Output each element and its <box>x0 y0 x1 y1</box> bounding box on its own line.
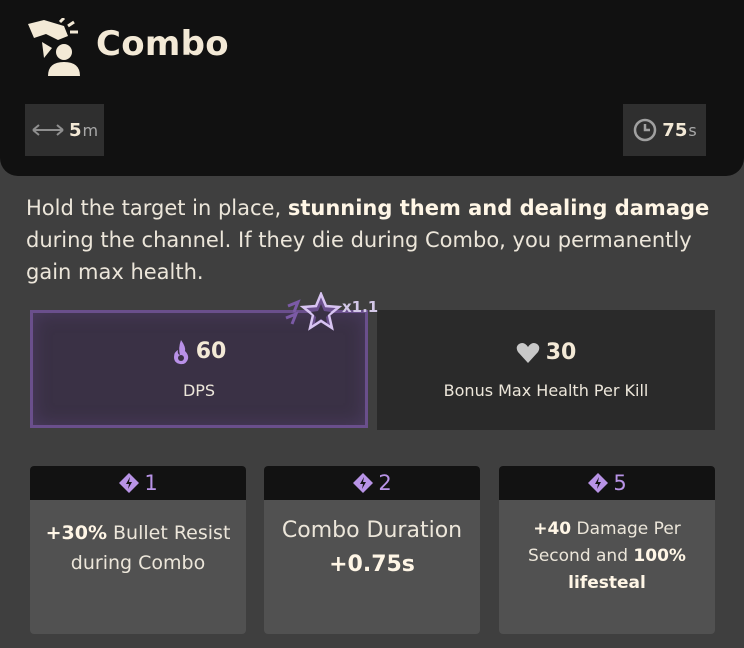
upgrade-text: Combo Duration <box>281 518 463 543</box>
spirit-point-icon <box>588 473 609 493</box>
health-value: 30 <box>545 340 577 365</box>
cooldown-value: 75 <box>662 119 688 141</box>
upgrade-bold: +40 <box>533 519 572 539</box>
cooldown-unit: s <box>688 120 697 140</box>
upgrade-tier-number: 5 <box>613 471 627 495</box>
description-bold-1: stunning them and dealing damage <box>287 196 710 220</box>
upgrade-tier-2: 2 Combo Duration +0.75s <box>264 466 480 634</box>
range-value: 5 <box>68 119 82 141</box>
spirit-star-icon <box>285 292 343 331</box>
cooldown-stat: 75 s <box>623 104 706 156</box>
upgrade-bold-2: 100% <box>633 546 686 566</box>
range-unit: m <box>82 120 99 140</box>
upgrade-bold: +30% <box>45 522 107 544</box>
ability-title: Combo <box>96 24 229 64</box>
heart-icon <box>516 342 539 363</box>
spirit-multiplier: x1.1 <box>342 298 379 316</box>
range-stat: 5 m <box>25 104 104 156</box>
hand-grab-icon <box>28 18 80 76</box>
range-arrows-icon <box>32 124 64 136</box>
upgrade-tier-number: 1 <box>144 471 158 495</box>
dps-label: DPS <box>182 380 216 400</box>
dps-value: 60 <box>195 339 227 364</box>
description-text-2: during the channel. If they die during C… <box>26 228 692 284</box>
upgrade-tier-1: 1 +30% Bullet Resist during Combo <box>30 466 246 634</box>
spirit-flame-icon <box>173 339 188 364</box>
health-label: Bonus Max Health Per Kill <box>443 381 649 400</box>
ability-header: Combo 5 m 75 s <box>0 0 744 176</box>
upgrade-bold: +0.75s <box>329 552 415 577</box>
spirit-point-icon <box>353 473 374 493</box>
description-text-1: Hold the target in place, <box>26 196 288 220</box>
upgrade-tier-5: 5 +40 Damage Per Second and 100% lifeste… <box>499 466 715 634</box>
spirit-point-icon <box>119 473 140 493</box>
health-property: 30 Bonus Max Health Per Kill <box>377 310 715 430</box>
cooldown-clock-icon <box>634 118 657 142</box>
upgrade-tier-number: 2 <box>378 471 392 495</box>
upgrade-text-2: lifesteal <box>568 573 646 593</box>
spirit-scaling-badge: x1.1 <box>284 292 378 338</box>
ability-description: Hold the target in place, stunning them … <box>26 192 726 288</box>
